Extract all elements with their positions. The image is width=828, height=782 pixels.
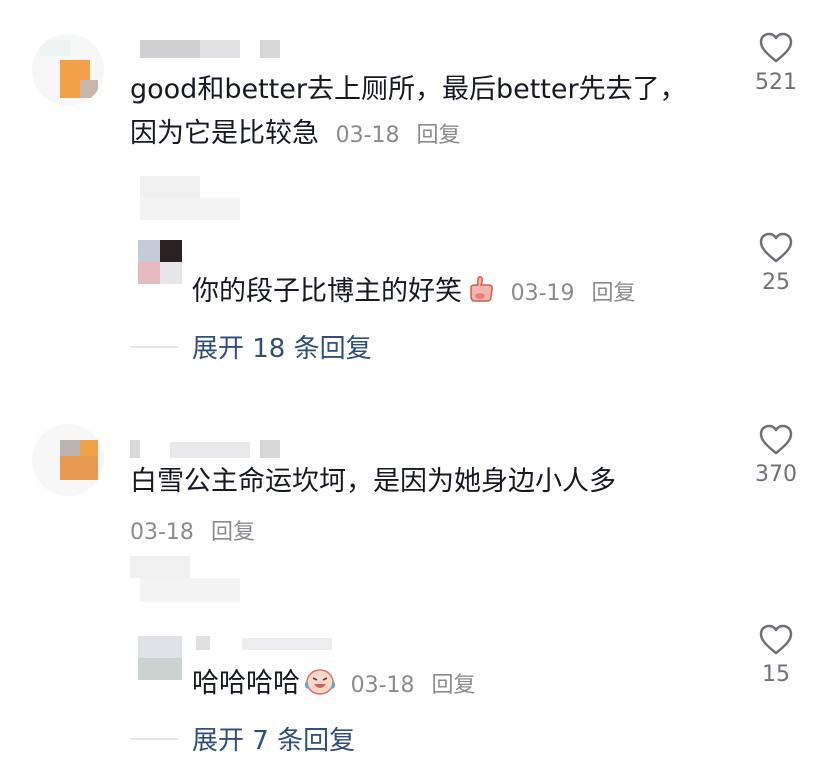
blurred-region [130,556,240,602]
reply-text[interactable]: 你的段子比博主的好笑 03-19 回复 [192,270,712,318]
comment-meta: 03-18 回复 [130,514,255,546]
heart-icon [759,232,793,263]
heart-icon [759,424,793,455]
comment-date: 03-18 [335,123,400,148]
reply-avatar[interactable] [138,636,182,680]
reply-text-body: 你的段子比博主的好笑 [192,276,462,307]
divider [130,346,178,348]
heart-icon [759,32,793,63]
expand-replies-button[interactable]: 展开 7 条回复 [192,720,355,757]
reply-text[interactable]: 哈哈哈哈 03-18 回复 [192,662,712,710]
avatar[interactable] [32,424,104,496]
comment-text-line: 因为它是比较急 03-18 回复 [130,112,730,158]
like-count: 521 [755,70,797,95]
reply-button[interactable]: 回复 [417,123,461,148]
username-blurred[interactable] [140,40,280,60]
like-button[interactable]: 25 [736,232,816,295]
reply-avatar[interactable] [138,240,182,284]
laughing-crying-emoji-icon [304,666,336,710]
comment-text[interactable]: 白雪公主命运坎坷，是因为她身边小人多 [130,460,730,504]
like-button[interactable]: 521 [736,32,816,95]
reply-date: 03-19 [510,281,575,306]
expand-replies-button[interactable]: 展开 18 条回复 [192,328,372,365]
reply-text-body: 哈哈哈哈 [192,668,300,699]
reply-button[interactable]: 回复 [211,520,255,545]
like-count: 15 [762,662,790,687]
like-count: 25 [762,270,790,295]
like-count: 370 [755,462,797,487]
comment-date: 03-18 [130,520,194,545]
like-button[interactable]: 370 [736,424,816,487]
comment-text-line-2: 因为它是比较急 [130,118,319,149]
reply-date: 03-18 [350,673,415,698]
comment-text[interactable]: good和better去上厕所，最后better先去了， 因为它是比较急 03-… [130,68,730,158]
like-button[interactable]: 15 [736,624,816,687]
reply-button[interactable]: 回复 [432,673,476,698]
username-blurred[interactable] [130,440,280,460]
reply-button[interactable]: 回复 [592,281,636,306]
divider [130,738,178,740]
reply-username-blurred[interactable] [196,636,336,652]
thumbs-up-emoji-icon [466,274,496,318]
blurred-region [140,176,240,220]
comment-text-line: 白雪公主命运坎坷，是因为她身边小人多 [130,466,616,497]
comment-text-line: good和better去上厕所，最后better先去了， [130,74,687,105]
heart-icon [759,624,793,655]
avatar[interactable] [32,34,104,106]
